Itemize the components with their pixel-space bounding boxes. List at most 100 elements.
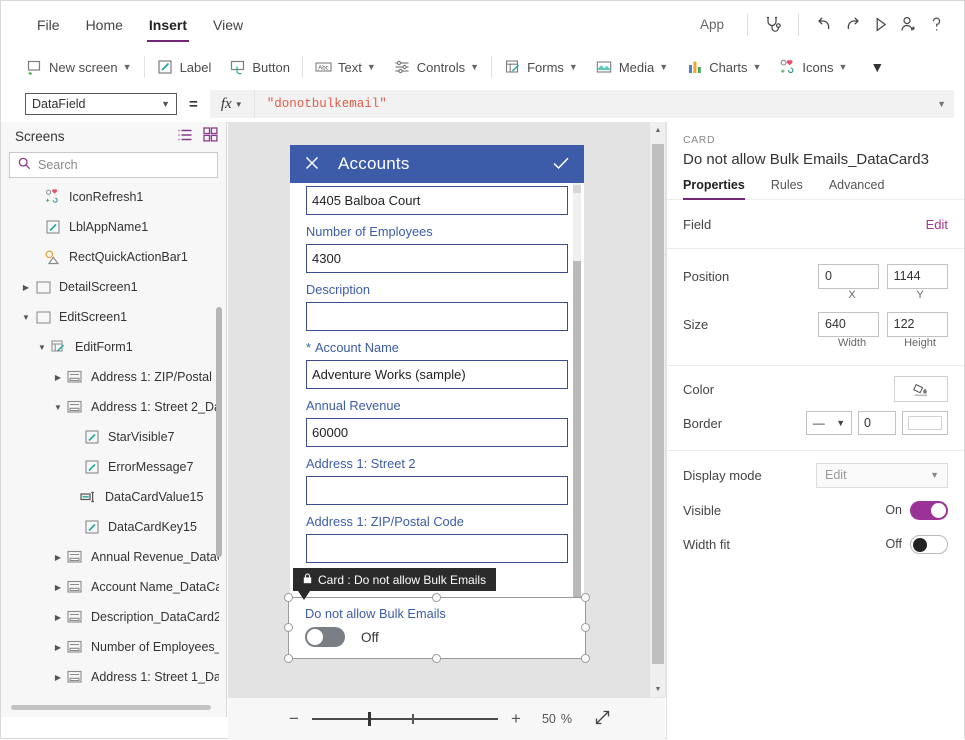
tree-node-number-of-employees-datacard[interactable]: ▶ Number of Employees_Data bbox=[9, 632, 219, 662]
menu-item-file[interactable]: File bbox=[35, 13, 62, 37]
tree-vertical-scrollbar[interactable] bbox=[216, 307, 222, 557]
resize-handle-sw[interactable] bbox=[284, 654, 293, 663]
position-y-input[interactable]: 1144 bbox=[887, 264, 948, 289]
tab-properties[interactable]: Properties bbox=[683, 178, 745, 199]
tree-node-address-zip-datacard[interactable]: ▶ Address 1: ZIP/Postal Code_ bbox=[9, 362, 219, 392]
ribbon-forms[interactable]: Forms ▼ bbox=[495, 48, 587, 86]
form-scroll-up[interactable] bbox=[573, 185, 581, 193]
tree-horizontal-scrollbar[interactable] bbox=[11, 705, 211, 710]
property-selector[interactable]: DataField ▼ bbox=[25, 93, 177, 115]
tree-node-address-street2-datacard[interactable]: ▼ Address 1: Street 2_DataCar bbox=[9, 392, 219, 422]
resize-handle-s[interactable] bbox=[432, 654, 441, 663]
menu-item-view[interactable]: View bbox=[211, 13, 245, 37]
form-input-address-street1[interactable]: 4405 Balboa Court bbox=[306, 186, 568, 215]
tree-node-detailscreen1[interactable]: ▶ DetailScreen1 bbox=[9, 272, 219, 302]
tree-node-annual-revenue-datacard2[interactable]: ▶ Annual Revenue_DataCard2 bbox=[9, 542, 219, 572]
tree-view-icon[interactable] bbox=[177, 128, 193, 145]
menu-item-insert[interactable]: Insert bbox=[147, 13, 189, 37]
ribbon-label[interactable]: Label bbox=[148, 48, 221, 86]
border-style-select[interactable]: — ▼ bbox=[806, 411, 852, 435]
form-input-address-zip[interactable] bbox=[306, 534, 568, 563]
expander-collapsed[interactable]: ▶ bbox=[51, 613, 65, 622]
visible-toggle[interactable] bbox=[910, 501, 948, 520]
form-input-description[interactable] bbox=[306, 302, 568, 331]
formula-input-wrapper[interactable]: fx ▼ "donotbulkemail" ▼ bbox=[210, 90, 954, 118]
form-input-annual-revenue[interactable]: 60000 bbox=[306, 418, 568, 447]
tree-node-editform1[interactable]: ▼ EditForm1 bbox=[9, 332, 219, 362]
fill-color-icon[interactable] bbox=[894, 376, 948, 402]
tree-node-datacardkey15[interactable]: DataCardKey15 bbox=[9, 512, 219, 542]
formula-expand-icon[interactable]: ▼ bbox=[937, 99, 946, 109]
menu-item-home[interactable]: Home bbox=[84, 13, 125, 37]
tree-node-rectquickactionbar1[interactable]: RectQuickActionBar1 bbox=[9, 242, 219, 272]
form-scroll-thumb[interactable] bbox=[573, 261, 581, 641]
resize-handle-se[interactable] bbox=[581, 654, 590, 663]
tab-advanced[interactable]: Advanced bbox=[829, 178, 885, 199]
resize-handle-n[interactable] bbox=[432, 593, 441, 602]
redo-icon[interactable] bbox=[838, 11, 866, 39]
scroll-up-icon[interactable]: ▲ bbox=[650, 122, 666, 138]
expander-expanded[interactable]: ▼ bbox=[51, 403, 65, 412]
selected-datacard[interactable]: Do not allow Bulk Emails Off bbox=[288, 597, 586, 659]
ribbon-overflow-button[interactable]: ▼ bbox=[856, 48, 893, 86]
fit-screen-icon[interactable] bbox=[594, 709, 611, 729]
resize-handle-ne[interactable] bbox=[581, 593, 590, 602]
formula-value[interactable]: "donotbulkemail" bbox=[267, 97, 387, 111]
tree-node-iconrefresh1[interactable]: IconRefresh1 bbox=[9, 182, 219, 212]
expander-collapsed[interactable]: ▶ bbox=[51, 673, 65, 682]
size-height-input[interactable]: 122 bbox=[887, 312, 948, 337]
bulk-emails-toggle[interactable] bbox=[305, 627, 345, 647]
tree-node-address-city-datacard2[interactable]: ▶ Address 1: City_DataCard2 bbox=[9, 692, 219, 700]
scroll-down-icon[interactable]: ▼ bbox=[650, 681, 666, 697]
position-x-input[interactable]: 0 bbox=[818, 264, 879, 289]
play-icon[interactable] bbox=[866, 11, 894, 39]
expander-collapsed[interactable]: ▶ bbox=[51, 553, 65, 562]
zoom-slider-thumb[interactable] bbox=[368, 712, 371, 726]
form-input-number-of-employees[interactable]: 4300 bbox=[306, 244, 568, 273]
fx-button[interactable]: fx ▼ bbox=[210, 90, 255, 118]
tree-node-description-datacard2[interactable]: ▶ Description_DataCard2 bbox=[9, 602, 219, 632]
thumbnail-view-icon[interactable] bbox=[203, 127, 218, 145]
tree-node-errormessage7[interactable]: ErrorMessage7 bbox=[9, 452, 219, 482]
expander-expanded[interactable]: ▼ bbox=[19, 313, 33, 322]
width-fit-toggle[interactable] bbox=[910, 535, 948, 554]
resize-handle-e[interactable] bbox=[581, 623, 590, 632]
canvas-vertical-scrollbar[interactable]: ▲ ▼ bbox=[649, 122, 665, 697]
help-icon[interactable] bbox=[922, 11, 950, 39]
ribbon-icons[interactable]: Icons ▼ bbox=[770, 48, 856, 86]
tab-rules[interactable]: Rules bbox=[771, 178, 803, 199]
zoom-out-button[interactable]: − bbox=[282, 709, 306, 729]
screens-tree-list[interactable]: IconRefresh1 LblAppName1 RectQuickAction… bbox=[9, 182, 219, 700]
ribbon-text[interactable]: Abc Text ▼ bbox=[306, 48, 385, 86]
tree-node-account-name-datacard2[interactable]: ▶ Account Name_DataCard2 bbox=[9, 572, 219, 602]
field-edit-link[interactable]: Edit bbox=[926, 217, 948, 232]
ribbon-media[interactable]: Media ▼ bbox=[587, 48, 677, 86]
tree-node-datacardvalue15[interactable]: DataCardValue15 bbox=[9, 482, 219, 512]
close-icon[interactable] bbox=[304, 155, 320, 174]
ribbon-button[interactable]: Button bbox=[220, 48, 299, 86]
tree-node-lblappname1[interactable]: LblAppName1 bbox=[9, 212, 219, 242]
ribbon-new-screen[interactable]: New screen ▼ bbox=[17, 48, 141, 86]
form-input-address-street2[interactable] bbox=[306, 476, 568, 505]
ribbon-charts[interactable]: Charts ▼ bbox=[677, 48, 770, 86]
tree-node-address-street1-datacard[interactable]: ▶ Address 1: Street 1_DataCar bbox=[9, 662, 219, 692]
tree-node-starvisible7[interactable]: StarVisible7 bbox=[9, 422, 219, 452]
zoom-in-button[interactable]: + bbox=[504, 709, 528, 729]
ribbon-controls[interactable]: Controls ▼ bbox=[385, 48, 488, 86]
undo-icon[interactable] bbox=[810, 11, 838, 39]
search-input[interactable]: Search bbox=[9, 152, 218, 178]
stethoscope-icon[interactable] bbox=[759, 11, 787, 39]
form-input-account-name[interactable]: Adventure Works (sample) bbox=[306, 360, 568, 389]
resize-handle-w[interactable] bbox=[284, 623, 293, 632]
share-user-icon[interactable] bbox=[894, 11, 922, 39]
border-color-swatch[interactable] bbox=[902, 411, 948, 435]
size-width-input[interactable]: 640 bbox=[818, 312, 879, 337]
expander-collapsed[interactable]: ▶ bbox=[51, 583, 65, 592]
display-mode-select[interactable]: Edit ▼ bbox=[816, 463, 948, 488]
border-thickness-input[interactable]: 0 bbox=[858, 411, 896, 435]
canvas-scroll-thumb[interactable] bbox=[652, 144, 664, 664]
resize-handle-nw[interactable] bbox=[284, 593, 293, 602]
expander-collapsed[interactable]: ▶ bbox=[19, 283, 33, 292]
expander-collapsed[interactable]: ▶ bbox=[51, 643, 65, 652]
tree-node-editscreen1[interactable]: ▼ EditScreen1 bbox=[9, 302, 219, 332]
